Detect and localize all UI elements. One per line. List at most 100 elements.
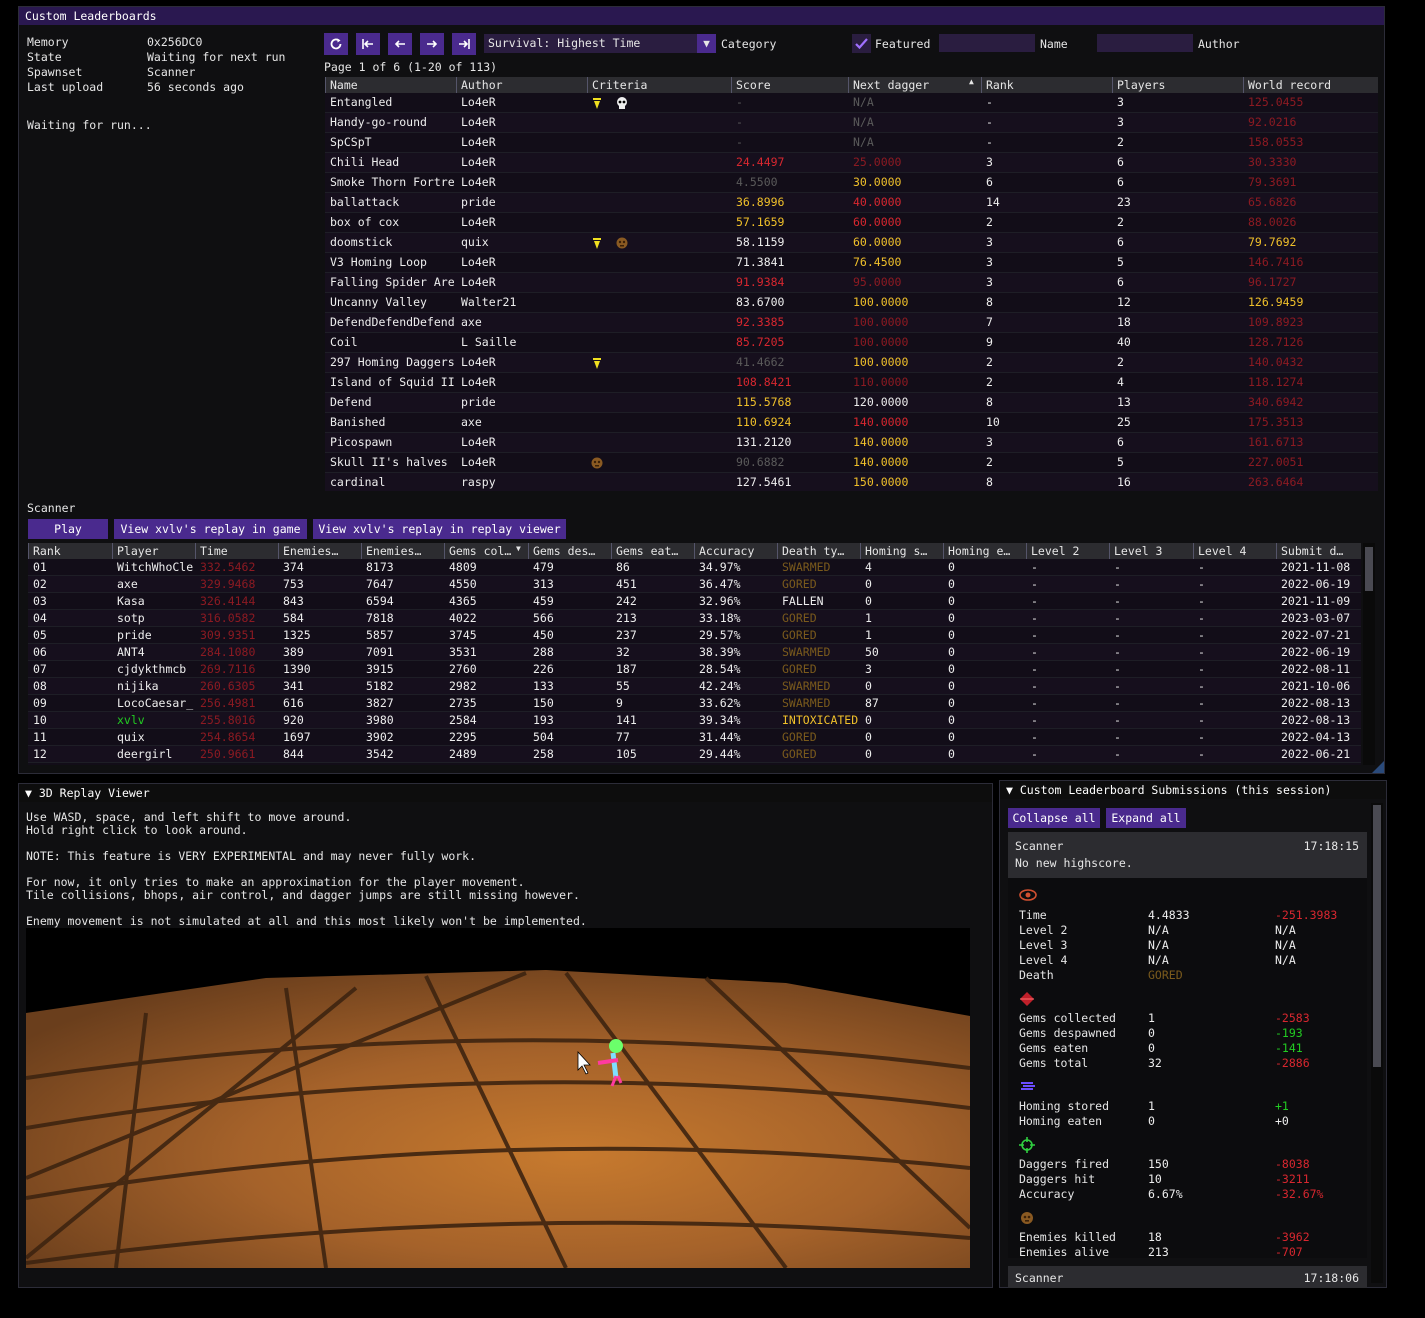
resize-grip[interactable] xyxy=(1372,761,1384,773)
scanner-column-header[interactable]: Homing e… xyxy=(943,543,1026,559)
table-row[interactable]: ballattack pride 36.8996 40.0000 14 23 65.6826 xyxy=(325,193,1378,213)
scanner-column-header[interactable]: Time xyxy=(195,543,278,559)
table-cell: 100.0000 xyxy=(853,335,909,349)
scanner-column-header[interactable]: Rank xyxy=(28,543,112,559)
table-cell: 08 xyxy=(33,679,47,693)
table-row[interactable]: Chili Head Lo4eR 24.4497 25.0000 3 6 30.3330 xyxy=(325,153,1378,173)
leaderboard-column-header[interactable]: Score xyxy=(731,77,848,93)
collapse-arrow-icon[interactable]: ▼ xyxy=(1006,783,1013,797)
table-cell: 341 xyxy=(283,679,304,693)
table-row[interactable]: 12 deergirl 250.9661 844 3542 2489 258 105 29.44… xyxy=(28,746,1361,763)
table-row[interactable]: 11 quix 254.8654 1697 3902 2295 504 77 31.44% GOR… xyxy=(28,729,1361,746)
replay-viewer-titlebar[interactable]: ▼ 3D Replay Viewer xyxy=(19,784,992,802)
scrollbar-thumb[interactable] xyxy=(1365,547,1373,591)
scanner-column-header[interactable]: Homing s… xyxy=(860,543,943,559)
category-dropdown[interactable]: Survival: Highest Time ▼ xyxy=(484,34,716,53)
table-row[interactable]: Entangled Lo4eR - N/A - 3 125.0455 xyxy=(325,93,1378,113)
table-row[interactable]: 09 LocoCaesar_ 256.4981 616 3827 2735 150 9 33.6… xyxy=(28,695,1361,712)
scanner-column-header[interactable]: Gems des… xyxy=(528,543,611,559)
window-title[interactable]: Custom Leaderboards xyxy=(19,7,1384,25)
table-row[interactable]: V3 Homing Loop Lo4eR 71.3841 76.4500 3 5 146.7… xyxy=(325,253,1378,273)
table-row[interactable]: Island of Squid II Lo4eR 108.8421 110.0000 2… xyxy=(325,373,1378,393)
play-button[interactable]: Play xyxy=(28,519,108,539)
leaderboard-column-header[interactable]: World record xyxy=(1243,77,1378,93)
leaderboard-column-header[interactable]: Criteria xyxy=(587,77,731,93)
table-row[interactable]: doomstick quix 58.1159 60.0000 3 6 79.7692 xyxy=(325,233,1378,253)
table-cell: - xyxy=(1114,696,1121,710)
scanner-column-header[interactable]: Player xyxy=(112,543,195,559)
table-cell: 120.0000 xyxy=(853,395,909,409)
table-row[interactable]: 02 axe 329.9468 753 7647 4550 313 451 36.47% GORE… xyxy=(28,576,1361,593)
table-row[interactable]: box of cox Lo4eR 57.1659 60.0000 2 2 88.0026 xyxy=(325,213,1378,233)
prev-page-button[interactable] xyxy=(388,33,412,55)
scanner-column-header[interactable]: Accuracy xyxy=(694,543,777,559)
scanner-column-header[interactable]: Level 2 xyxy=(1026,543,1109,559)
table-row[interactable]: 05 pride 309.9351 1325 5857 3745 450 237 29.57% G… xyxy=(28,627,1361,644)
replay-in-viewer-button[interactable]: View xvlv's replay in replay viewer xyxy=(313,519,566,539)
collapse-arrow-icon[interactable]: ▼ xyxy=(25,786,32,800)
scanner-column-header[interactable]: Submit d… xyxy=(1276,543,1361,559)
submissions-titlebar[interactable]: ▼ Custom Leaderboard Submissions (this s… xyxy=(1000,781,1386,799)
scrollbar-thumb[interactable] xyxy=(1373,805,1381,1067)
table-cell: 36.8996 xyxy=(736,195,785,209)
table-row[interactable]: 08 nijika 260.6305 341 5182 2982 133 55 42.24% SW… xyxy=(28,678,1361,695)
table-row[interactable]: Handy-go-round Lo4eR - N/A - 3 92.0216 xyxy=(325,113,1378,133)
table-row[interactable]: Banished axe 110.6924 140.0000 10 25 175.3513 xyxy=(325,413,1378,433)
table-row[interactable]: Skull II's halves Lo4eR 90.6882 140.0000 2 5 2… xyxy=(325,453,1378,473)
sort-descending-icon[interactable]: ▼ xyxy=(516,544,521,553)
scanner-column-header[interactable]: Enemies… xyxy=(278,543,361,559)
table-row[interactable]: 03 Kasa 326.4144 843 6594 4365 459 242 32.96% FAL… xyxy=(28,593,1361,610)
table-row[interactable]: 06 ANT4 284.1080 389 7091 3531 288 32 38.39% SWAR… xyxy=(28,644,1361,661)
leaderboard-column-header[interactable]: Author xyxy=(456,77,587,93)
scanner-column-header[interactable]: Gems eat… xyxy=(611,543,694,559)
table-row[interactable]: Smoke Thorn Fortre Lo4eR 4.5500 30.0000 6 6 79… xyxy=(325,173,1378,193)
scanner-column-header[interactable]: Enemies… xyxy=(361,543,444,559)
table-row[interactable]: 01 WitchWhoCle 332.5462 374 8173 4809 479 86 34.… xyxy=(28,559,1361,576)
stat-label: Gems despawned xyxy=(1019,1026,1116,1040)
table-cell: 3980 xyxy=(366,713,394,727)
table-row[interactable]: Picospawn Lo4eR 131.2120 140.0000 3 6 161.6713 xyxy=(325,433,1378,453)
leaderboard-column-header[interactable]: Rank xyxy=(981,77,1112,93)
scanner-column-header[interactable]: Level 3 xyxy=(1109,543,1193,559)
table-cell: Lo4eR xyxy=(461,155,496,169)
table-row[interactable]: 10 xvlv 255.8016 920 3980 2584 193 141 39.34% INT… xyxy=(28,712,1361,729)
name-filter-input[interactable] xyxy=(939,34,1035,52)
table-row[interactable]: 07 cjdykthmcb 269.7116 1390 3915 2760 226 187 28… xyxy=(28,661,1361,678)
refresh-button[interactable] xyxy=(324,33,348,55)
leaderboard-column-header[interactable]: Players xyxy=(1112,77,1243,93)
table-row[interactable]: SpCSpT Lo4eR - N/A - 2 158.0553 xyxy=(325,133,1378,153)
table-row[interactable]: 297 Homing Daggers Lo4eR 41.4662 100.0000 2 2… xyxy=(325,353,1378,373)
leaderboard-column-header[interactable]: Name xyxy=(325,77,456,93)
stat-value: 0 xyxy=(1148,1041,1155,1055)
expand-all-button[interactable]: Expand all xyxy=(1106,808,1186,828)
table-cell: 0 xyxy=(948,628,955,642)
scanner-column-header[interactable]: Death ty… xyxy=(777,543,860,559)
table-row[interactable]: cardinal raspy 127.5461 150.0000 8 16 263.6464 xyxy=(325,473,1378,491)
scanner-table: Rank Player Time Enemies… Enemies… Gems col… G… xyxy=(28,543,1361,765)
table-cell: 504 xyxy=(533,730,554,744)
table-row[interactable]: 04 sotp 316.0582 584 7818 4022 566 213 33.18% GOR… xyxy=(28,610,1361,627)
sort-ascending-icon[interactable]: ▲ xyxy=(969,77,974,86)
leaderboard-column-header[interactable]: Next dagger xyxy=(848,77,981,93)
submissions-scrollbar[interactable] xyxy=(1371,803,1383,1283)
next-page-button[interactable] xyxy=(420,33,444,55)
scanner-column-header[interactable]: Level 4 xyxy=(1193,543,1276,559)
table-row[interactable]: Coil L Saille 85.7205 100.0000 9 40 128.7126 xyxy=(325,333,1378,353)
collapse-all-button[interactable]: Collapse all xyxy=(1008,808,1100,828)
first-page-button[interactable] xyxy=(356,33,380,55)
last-page-button[interactable] xyxy=(452,33,476,55)
table-cell: 0 xyxy=(948,730,955,744)
table-cell: 3 xyxy=(986,155,993,169)
table-cell: 33.18% xyxy=(699,611,741,625)
table-row[interactable]: Falling Spider Are Lo4eR 91.9384 95.0000 3 6 9… xyxy=(325,273,1378,293)
table-cell: - xyxy=(1031,713,1038,727)
table-cell: 40.0000 xyxy=(853,195,902,209)
table-row[interactable]: Defend pride 115.5768 120.0000 8 13 340.6942 xyxy=(325,393,1378,413)
featured-checkbox[interactable] xyxy=(852,34,871,53)
author-filter-input[interactable] xyxy=(1097,34,1193,52)
table-row[interactable]: Uncanny Valley Walter21 83.6700 100.0000 8 12… xyxy=(325,293,1378,313)
table-row[interactable]: DefendDefendDefend axe 92.3385 100.0000 7 18 1… xyxy=(325,313,1378,333)
replay-in-game-button[interactable]: View xvlv's replay in game xyxy=(114,519,307,539)
replay-3d-viewport[interactable] xyxy=(26,928,970,1268)
scanner-scrollbar[interactable] xyxy=(1363,543,1375,765)
